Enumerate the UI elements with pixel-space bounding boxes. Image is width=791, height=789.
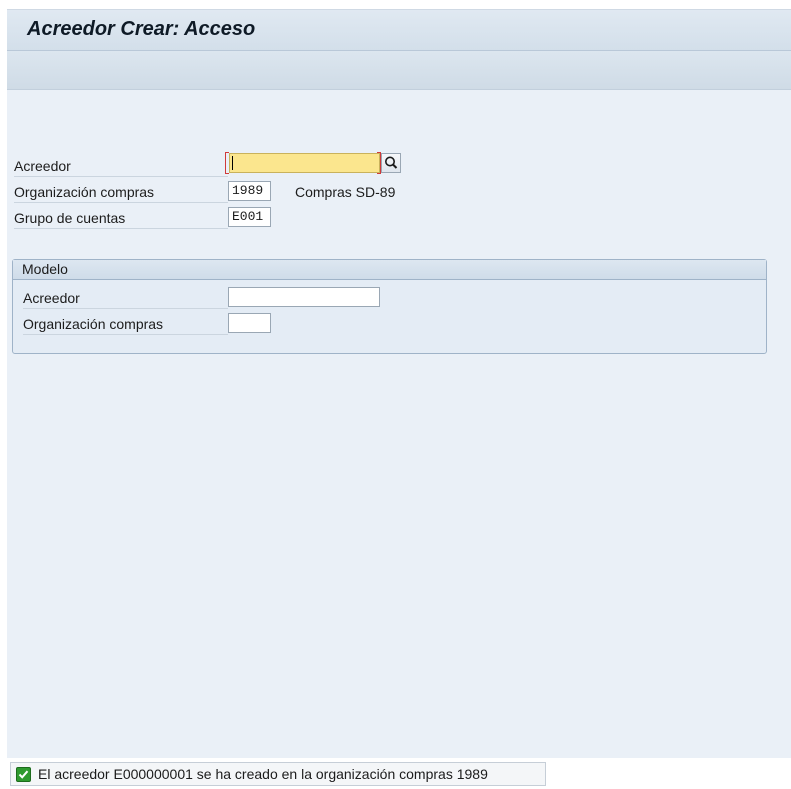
acreedor-label: Acreedor — [14, 156, 228, 177]
checkmark-icon — [16, 767, 31, 782]
modelo-group-header: Modelo — [13, 260, 766, 280]
org-compras-input[interactable]: 1989 — [228, 181, 271, 201]
title-bar: Acreedor Crear: Acceso — [7, 10, 791, 51]
search-help-button[interactable] — [381, 153, 401, 173]
main-window: Acreedor Crear: Acceso Acreedor Organiza… — [7, 9, 791, 758]
modelo-group: Modelo Acreedor Organización compras — [12, 259, 767, 354]
modelo-org-compras-input[interactable] — [228, 313, 271, 333]
application-toolbar — [7, 51, 791, 90]
text-cursor — [232, 156, 233, 170]
status-bar[interactable]: El acreedor E000000001 se ha creado en l… — [10, 762, 546, 786]
org-compras-label: Organización compras — [14, 182, 228, 203]
acreedor-input[interactable] — [229, 153, 380, 173]
grupo-cuentas-label: Grupo de cuentas — [14, 208, 228, 229]
modelo-acreedor-input[interactable] — [228, 287, 380, 307]
modelo-org-compras-label: Organización compras — [23, 314, 228, 335]
page-title: Acreedor Crear: Acceso — [27, 18, 256, 40]
modelo-group-title: Modelo — [22, 261, 68, 277]
status-message: El acreedor E000000001 se ha creado en l… — [38, 766, 488, 782]
org-compras-description: Compras SD-89 — [295, 184, 396, 200]
magnifier-icon — [385, 156, 398, 169]
grupo-cuentas-input[interactable]: E001 — [228, 207, 271, 227]
modelo-acreedor-label: Acreedor — [23, 288, 228, 309]
